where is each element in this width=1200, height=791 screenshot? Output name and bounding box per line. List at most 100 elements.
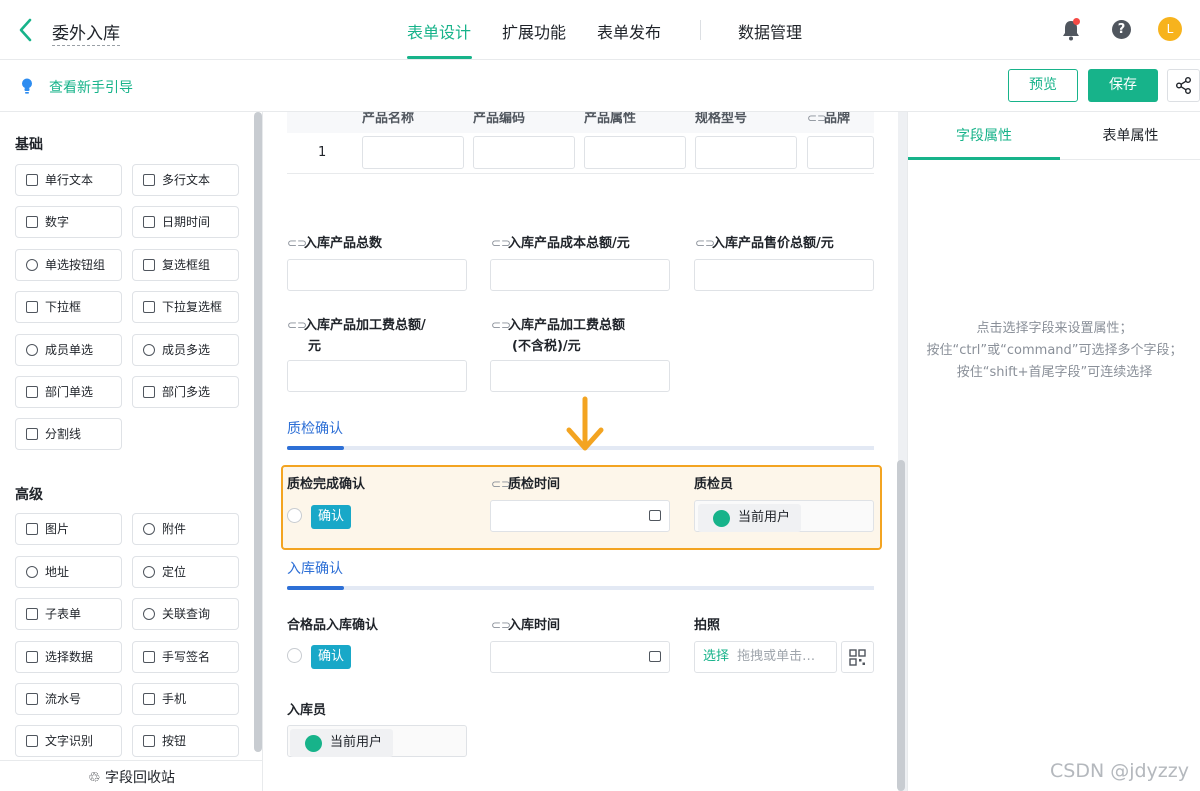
radio-icon	[26, 259, 38, 271]
processing-total-input[interactable]	[287, 360, 467, 392]
total-cost-input[interactable]	[490, 259, 670, 291]
comp-datetime[interactable]: 日期时间	[132, 206, 239, 238]
tab-form-design[interactable]: 表单设计	[407, 19, 471, 43]
comp-number[interactable]: 数字	[15, 206, 122, 238]
comp-image[interactable]: 图片	[15, 513, 122, 545]
qr-code-button[interactable]	[841, 641, 874, 673]
view-guide-link[interactable]: 查看新手引导	[49, 77, 133, 97]
stockin-time-input[interactable]	[490, 641, 670, 673]
comp-button[interactable]: 按钮	[132, 725, 239, 757]
qc-done-radio[interactable]	[287, 508, 302, 523]
button-icon	[143, 735, 155, 747]
ok-stockin-radio[interactable]	[287, 648, 302, 663]
subtable-header-cell: ⊂⊃品牌	[807, 112, 851, 126]
subtable-cell-input[interactable]	[473, 136, 575, 169]
comp-serial-number[interactable]: 流水号	[15, 683, 122, 715]
text-field-icon	[26, 174, 38, 186]
phone-icon	[143, 693, 155, 705]
comp-member-multi[interactable]: 成员多选	[132, 334, 239, 366]
comp-address[interactable]: 地址	[15, 556, 122, 588]
tab-extensions[interactable]: 扩展功能	[502, 19, 566, 43]
photo-select-link[interactable]: 选择	[703, 649, 729, 664]
tab-data-management[interactable]: 数据管理	[738, 19, 802, 43]
comp-signature[interactable]: 手写签名	[132, 641, 239, 673]
subtable[interactable]: 产品名称 产品编码 产品属性 规格型号 ⊂⊃品牌 1	[287, 112, 874, 174]
save-button[interactable]: 保存	[1088, 69, 1158, 102]
list-icon	[143, 301, 155, 313]
field-label-total-qty: ⊂⊃入库产品总数	[287, 233, 382, 254]
section-title-stockin: 入库确认	[287, 561, 343, 577]
serial-icon	[26, 693, 38, 705]
preview-button[interactable]: 预览	[1008, 69, 1078, 102]
comp-radio-group[interactable]: 单选按钮组	[15, 249, 122, 281]
chevron-left-icon[interactable]	[16, 17, 38, 43]
comp-attachment[interactable]: 附件	[132, 513, 239, 545]
map-pin-icon	[26, 566, 38, 578]
image-icon	[26, 523, 38, 535]
comp-dept-single[interactable]: 部门单选	[15, 376, 122, 408]
comp-member-single[interactable]: 成员单选	[15, 334, 122, 366]
comp-related-query[interactable]: 关联查询	[132, 598, 239, 630]
qc-inspector-chip: 当前用户	[698, 504, 801, 532]
app-title[interactable]: 委外入库	[52, 19, 120, 46]
subtable-cell-input[interactable]	[362, 136, 464, 169]
comp-subform[interactable]: 子表单	[15, 598, 122, 630]
total-qty-input[interactable]	[287, 259, 467, 291]
avatar[interactable]: L	[1158, 17, 1182, 41]
field-label-processing-total: ⊂⊃入库产品加工费总额/元	[287, 315, 426, 357]
section-advanced-title: 高级	[15, 487, 43, 503]
tab-form-properties[interactable]: 表单属性	[1060, 112, 1200, 160]
field-label-photo: 拍照	[694, 618, 721, 633]
user-icon	[26, 344, 38, 356]
calendar-icon	[649, 510, 661, 521]
comp-divider[interactable]: 分割线	[15, 418, 122, 450]
link-icon: ⊂⊃	[287, 318, 308, 332]
subtable-header-cell: 产品编码	[473, 112, 526, 126]
help-icon[interactable]: ?	[1112, 20, 1131, 39]
bell-icon[interactable]	[1061, 18, 1083, 41]
section-divider-stockin	[287, 586, 874, 590]
sidebar-scrollbar[interactable]	[254, 112, 262, 752]
share-button[interactable]	[1167, 69, 1200, 102]
photo-upload-area[interactable]: 选择 拖拽或单击…	[694, 641, 837, 673]
comp-dropdown[interactable]: 下拉框	[15, 291, 122, 323]
watermark: CSDN @jdyzzy	[1050, 760, 1189, 782]
department-icon	[26, 386, 38, 398]
top-bar: 委外入库 表单设计 扩展功能 表单发布 数据管理 ? L	[0, 0, 1200, 60]
qc-time-input[interactable]	[490, 500, 670, 532]
comp-select-data[interactable]: 选择数据	[15, 641, 122, 673]
photo-placeholder: 拖拽或单击…	[737, 649, 816, 664]
field-label-processing-pretax: ⊂⊃入库产品加工费总额 (不含税)/元	[491, 315, 625, 357]
field-label-stockin-time: ⊂⊃入库时间	[491, 615, 560, 636]
properties-hint: 点击选择字段来设置属性； 按住“ctrl”或“command”可选择多个字段； …	[926, 321, 1183, 380]
database-icon	[26, 651, 38, 663]
tab-publish[interactable]: 表单发布	[597, 19, 661, 43]
ok-stockin-confirm-button[interactable]: 确认	[311, 645, 351, 669]
subtable-header-cell: 规格型号	[695, 112, 748, 126]
subtable-cell-input[interactable]	[807, 136, 874, 169]
qc-confirm-button[interactable]: 确认	[311, 505, 351, 529]
canvas-scrollbar[interactable]	[897, 460, 905, 791]
tab-field-properties[interactable]: 字段属性	[908, 112, 1060, 160]
link-icon: ⊂⊃	[695, 236, 716, 250]
textarea-icon	[143, 174, 155, 186]
upload-cloud-icon	[143, 523, 155, 535]
subtable-cell-input[interactable]	[695, 136, 797, 169]
comp-dept-multi[interactable]: 部门多选	[132, 376, 239, 408]
subtable-cell-input[interactable]	[584, 136, 686, 169]
comp-ocr[interactable]: 文字识别	[15, 725, 122, 757]
comp-location[interactable]: 定位	[132, 556, 239, 588]
comp-single-line-text[interactable]: 单行文本	[15, 164, 122, 196]
field-label-qc-done: 质检完成确认	[287, 477, 366, 492]
link-icon: ⊂⊃	[807, 112, 828, 125]
field-label-qc-inspector: 质检员	[694, 477, 734, 492]
comp-multi-line-text[interactable]: 多行文本	[132, 164, 239, 196]
comp-checkbox-group[interactable]: 复选框组	[132, 249, 239, 281]
total-price-input[interactable]	[694, 259, 874, 291]
comp-dropdown-multi[interactable]: 下拉复选框	[132, 291, 239, 323]
departments-icon	[143, 386, 155, 398]
users-icon	[143, 344, 155, 356]
field-recycle-bin[interactable]: ♲ 字段回收站	[0, 760, 262, 791]
processing-pretax-input[interactable]	[490, 360, 670, 392]
comp-phone[interactable]: 手机	[132, 683, 239, 715]
